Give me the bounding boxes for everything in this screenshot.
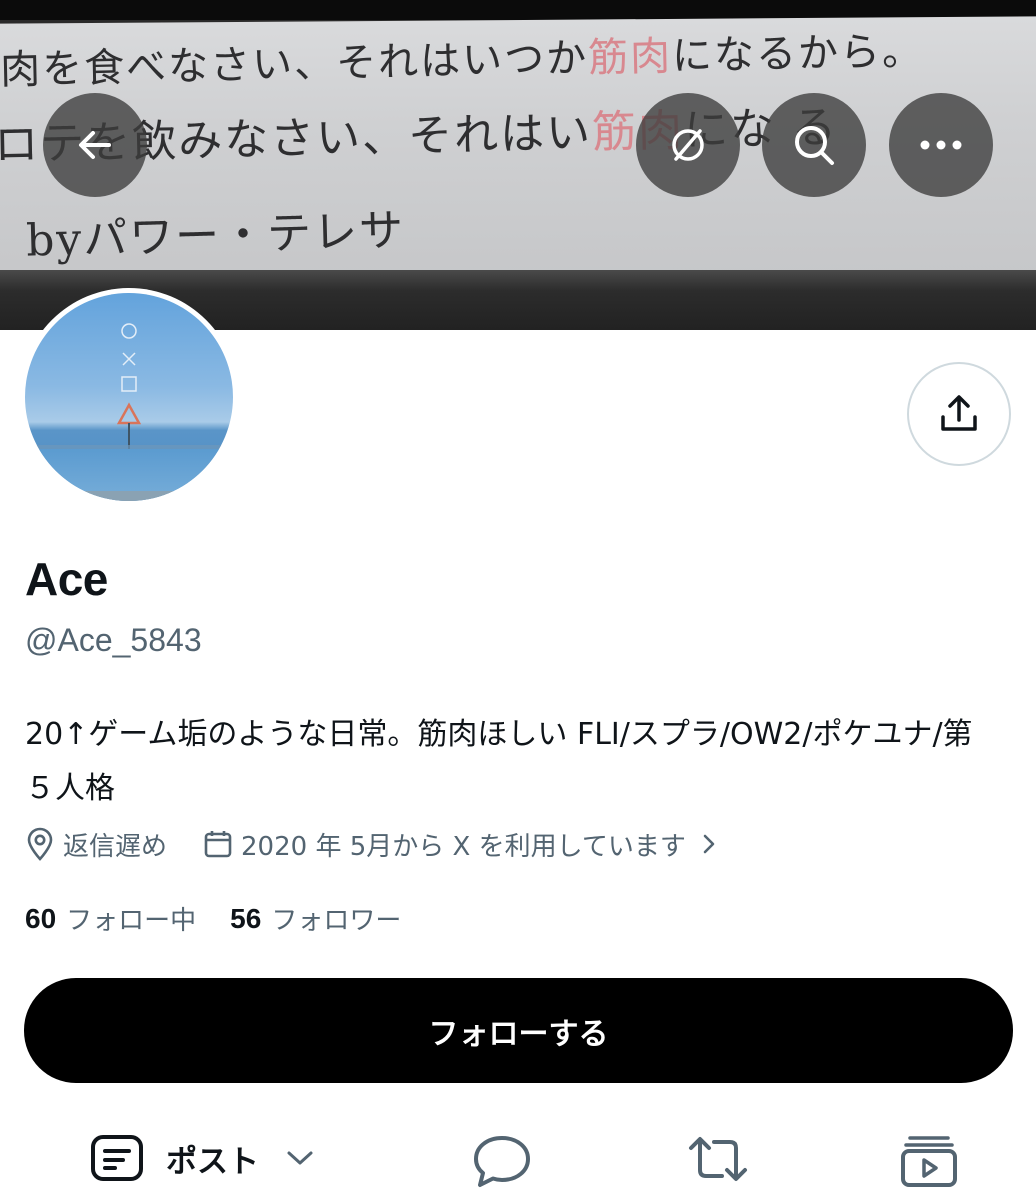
profile-meta: 返信遅め 2020 年 5月から X を利用しています xyxy=(25,822,720,866)
followers-label: フォロワー xyxy=(271,906,402,936)
tab-posts[interactable]: ポスト xyxy=(90,1134,315,1182)
bio: 20↑ゲーム垢のような日常。筋肉ほしい FLI/スプラ/OW2/ポケユナ/第５人… xyxy=(25,717,973,806)
avatar-pier xyxy=(85,491,175,501)
arrow-left-icon xyxy=(79,131,111,159)
back-button[interactable] xyxy=(43,93,147,197)
more-button[interactable] xyxy=(889,93,993,197)
location-text: 返信遅め xyxy=(63,831,168,862)
follow-stats: 60 フォロー中 56 フォロワー xyxy=(25,900,401,937)
more-icon xyxy=(920,140,962,150)
following-link[interactable]: 60 フォロー中 xyxy=(25,900,196,937)
following-count: 60 xyxy=(25,902,57,934)
tab-media[interactable] xyxy=(900,1134,958,1188)
share-button[interactable] xyxy=(907,362,1011,466)
profile-banner[interactable]: 肉を食べなさい、それはいつか筋肉になるから。 ロテを飲みなさい、それはい筋肉にな… xyxy=(0,0,1036,330)
avatar[interactable] xyxy=(20,288,238,506)
join-date-text: 2020 年 5月から X を利用しています xyxy=(241,831,686,862)
followers-link[interactable]: 56 フォロワー xyxy=(230,900,401,937)
repost-icon xyxy=(689,1137,747,1181)
hide-button[interactable] xyxy=(636,93,740,197)
tab-reposts[interactable] xyxy=(686,1134,750,1184)
followers-count: 56 xyxy=(230,902,262,934)
search-icon xyxy=(795,126,834,165)
display-name: Ace xyxy=(25,553,108,605)
chevron-down-icon xyxy=(287,1151,313,1165)
tab-replies[interactable] xyxy=(472,1134,532,1188)
chevron-right-icon xyxy=(703,834,715,854)
reply-icon xyxy=(474,1136,530,1187)
following-label: フォロー中 xyxy=(66,906,197,936)
profile-tabs: ポスト xyxy=(0,1120,1036,1199)
share-icon xyxy=(941,395,977,431)
user-handle: @Ace_5843 xyxy=(25,622,202,658)
posts-icon xyxy=(91,1135,143,1181)
location-pin-icon xyxy=(27,827,53,861)
media-icon xyxy=(901,1136,957,1187)
tab-posts-label: ポスト xyxy=(166,1143,259,1180)
eye-off-icon xyxy=(672,129,704,161)
avatar-image xyxy=(25,293,233,501)
search-button[interactable] xyxy=(762,93,866,197)
banner-quote-line-3: 。byパワー・テレサ xyxy=(0,205,406,268)
join-date[interactable]: 2020 年 5月から X を利用しています xyxy=(203,826,720,863)
location: 返信遅め xyxy=(25,826,167,863)
calendar-icon xyxy=(204,831,232,858)
follow-button[interactable]: フォローする xyxy=(24,978,1013,1083)
